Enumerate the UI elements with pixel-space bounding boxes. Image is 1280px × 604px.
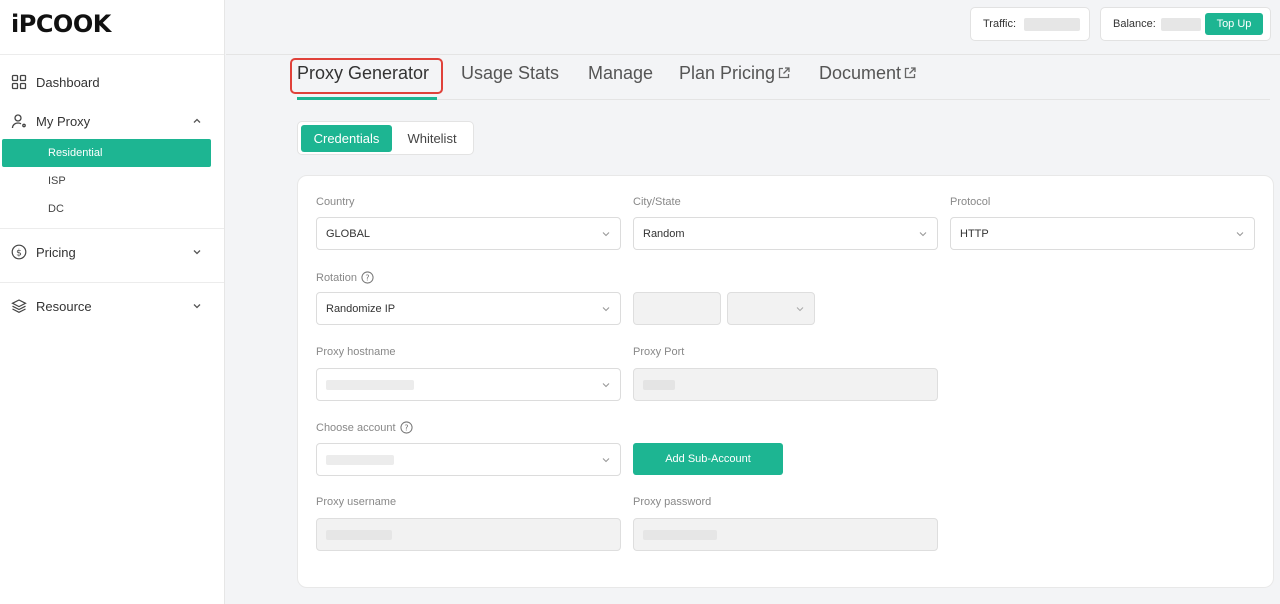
chevron-down-icon (796, 307, 804, 312)
svg-text:?: ? (365, 273, 369, 282)
city-value: Random (643, 227, 685, 240)
sidebar-item-my-proxy[interactable]: My Proxy (0, 105, 224, 137)
top-bar: Traffic: Balance: Top Up (226, 0, 1280, 55)
balance-value-redacted (1160, 17, 1201, 31)
dollar-icon: $ (11, 244, 27, 260)
hostname-value-redacted (326, 379, 414, 390)
city-label: City/State (633, 196, 681, 208)
grid-icon (11, 74, 27, 90)
divider (0, 54, 224, 55)
rotation-value: Randomize IP (326, 302, 396, 315)
tab-document[interactable]: Document (819, 63, 917, 85)
traffic-value-redacted (1024, 17, 1081, 31)
username-value-redacted (326, 529, 392, 540)
chevron-down-icon (192, 247, 202, 257)
active-tab-indicator (297, 97, 437, 100)
sidebar-item-pricing[interactable]: $ Pricing (0, 236, 224, 268)
help-icon[interactable]: ? (361, 271, 374, 284)
chevron-down-icon (602, 458, 610, 463)
top-up-button[interactable]: Top Up (1205, 13, 1263, 35)
divider (0, 282, 224, 283)
hostname-label: Proxy hostname (316, 346, 396, 358)
rotation-label-text: Rotation (316, 271, 357, 284)
tab-manage[interactable]: Manage (588, 63, 653, 84)
tab-label: Document (819, 63, 902, 83)
chevron-down-icon (192, 301, 202, 311)
sidebar-item-label: Resource (36, 298, 92, 314)
password-field[interactable] (633, 518, 938, 551)
sidebar-item-dashboard[interactable]: Dashboard (0, 66, 224, 98)
chevron-down-icon (919, 232, 927, 237)
sidebar-item-resource[interactable]: Resource (0, 290, 224, 322)
help-icon[interactable]: ? (399, 421, 413, 434)
svg-text:$: $ (16, 248, 22, 258)
traffic-pill: Traffic: (970, 7, 1090, 41)
account-select[interactable] (316, 443, 621, 476)
layers-icon (11, 298, 27, 314)
chevron-down-icon (602, 307, 610, 312)
account-label: Choose account ? (316, 421, 413, 434)
password-value-redacted (643, 529, 717, 540)
country-label: Country (316, 196, 355, 208)
logo: iPCOOK (11, 10, 111, 38)
external-link-icon (777, 64, 791, 85)
balance-pill: Balance: Top Up (1100, 7, 1271, 41)
country-value: GLOBAL (326, 227, 371, 240)
divider (0, 228, 224, 229)
protocol-select[interactable]: HTTP (950, 217, 1255, 250)
sidebar-item-label: Pricing (36, 244, 76, 260)
svg-text:?: ? (404, 423, 408, 432)
sidebar-item-dc[interactable]: DC (2, 195, 211, 223)
rotation-select[interactable]: Randomize IP (316, 292, 621, 325)
chevron-down-icon (602, 383, 610, 388)
tab-proxy-generator[interactable]: Proxy Generator (297, 63, 429, 84)
port-value-redacted (643, 379, 675, 390)
whitelist-tab[interactable]: Whitelist (395, 125, 469, 152)
username-label: Proxy username (316, 496, 397, 508)
external-link-icon (903, 64, 917, 85)
tab-plan-pricing[interactable]: Plan Pricing (679, 63, 791, 85)
password-label: Proxy password (633, 496, 712, 508)
credential-mode-switch: Credentials Whitelist (297, 121, 474, 155)
balance-label: Balance: (1113, 18, 1156, 30)
port-label: Proxy Port (633, 346, 685, 358)
chevron-down-icon (1236, 232, 1244, 237)
account-label-text: Choose account (316, 421, 396, 434)
tabs-divider (297, 99, 1270, 100)
credentials-tab[interactable]: Credentials (301, 125, 392, 152)
chevron-down-icon (602, 232, 610, 237)
sidebar: iPCOOK Dashboard My Proxy Residential IS… (0, 0, 225, 604)
sidebar-item-label: Dashboard (36, 74, 100, 90)
port-field[interactable] (633, 368, 938, 401)
country-select[interactable]: GLOBAL (316, 217, 621, 250)
user-icon (11, 113, 27, 129)
rotation-label: Rotation ? (316, 271, 374, 284)
sidebar-item-label: My Proxy (36, 113, 91, 129)
chevron-up-icon (192, 116, 202, 126)
hostname-select[interactable] (316, 368, 621, 401)
username-field[interactable] (316, 518, 621, 551)
tab-label: Plan Pricing (679, 63, 776, 83)
rotation-duration-input[interactable] (633, 292, 721, 325)
tab-usage-stats[interactable]: Usage Stats (461, 63, 559, 84)
account-value-redacted (326, 454, 394, 465)
traffic-label: Traffic: (983, 18, 1017, 30)
city-select[interactable]: Random (633, 217, 938, 250)
sidebar-item-isp[interactable]: ISP (2, 167, 211, 195)
sidebar-item-residential[interactable]: Residential (2, 139, 211, 167)
protocol-label: Protocol (950, 196, 991, 208)
add-sub-account-button[interactable]: Add Sub-Account (633, 443, 783, 475)
protocol-value: HTTP (960, 227, 989, 240)
rotation-unit-select[interactable] (727, 292, 815, 325)
